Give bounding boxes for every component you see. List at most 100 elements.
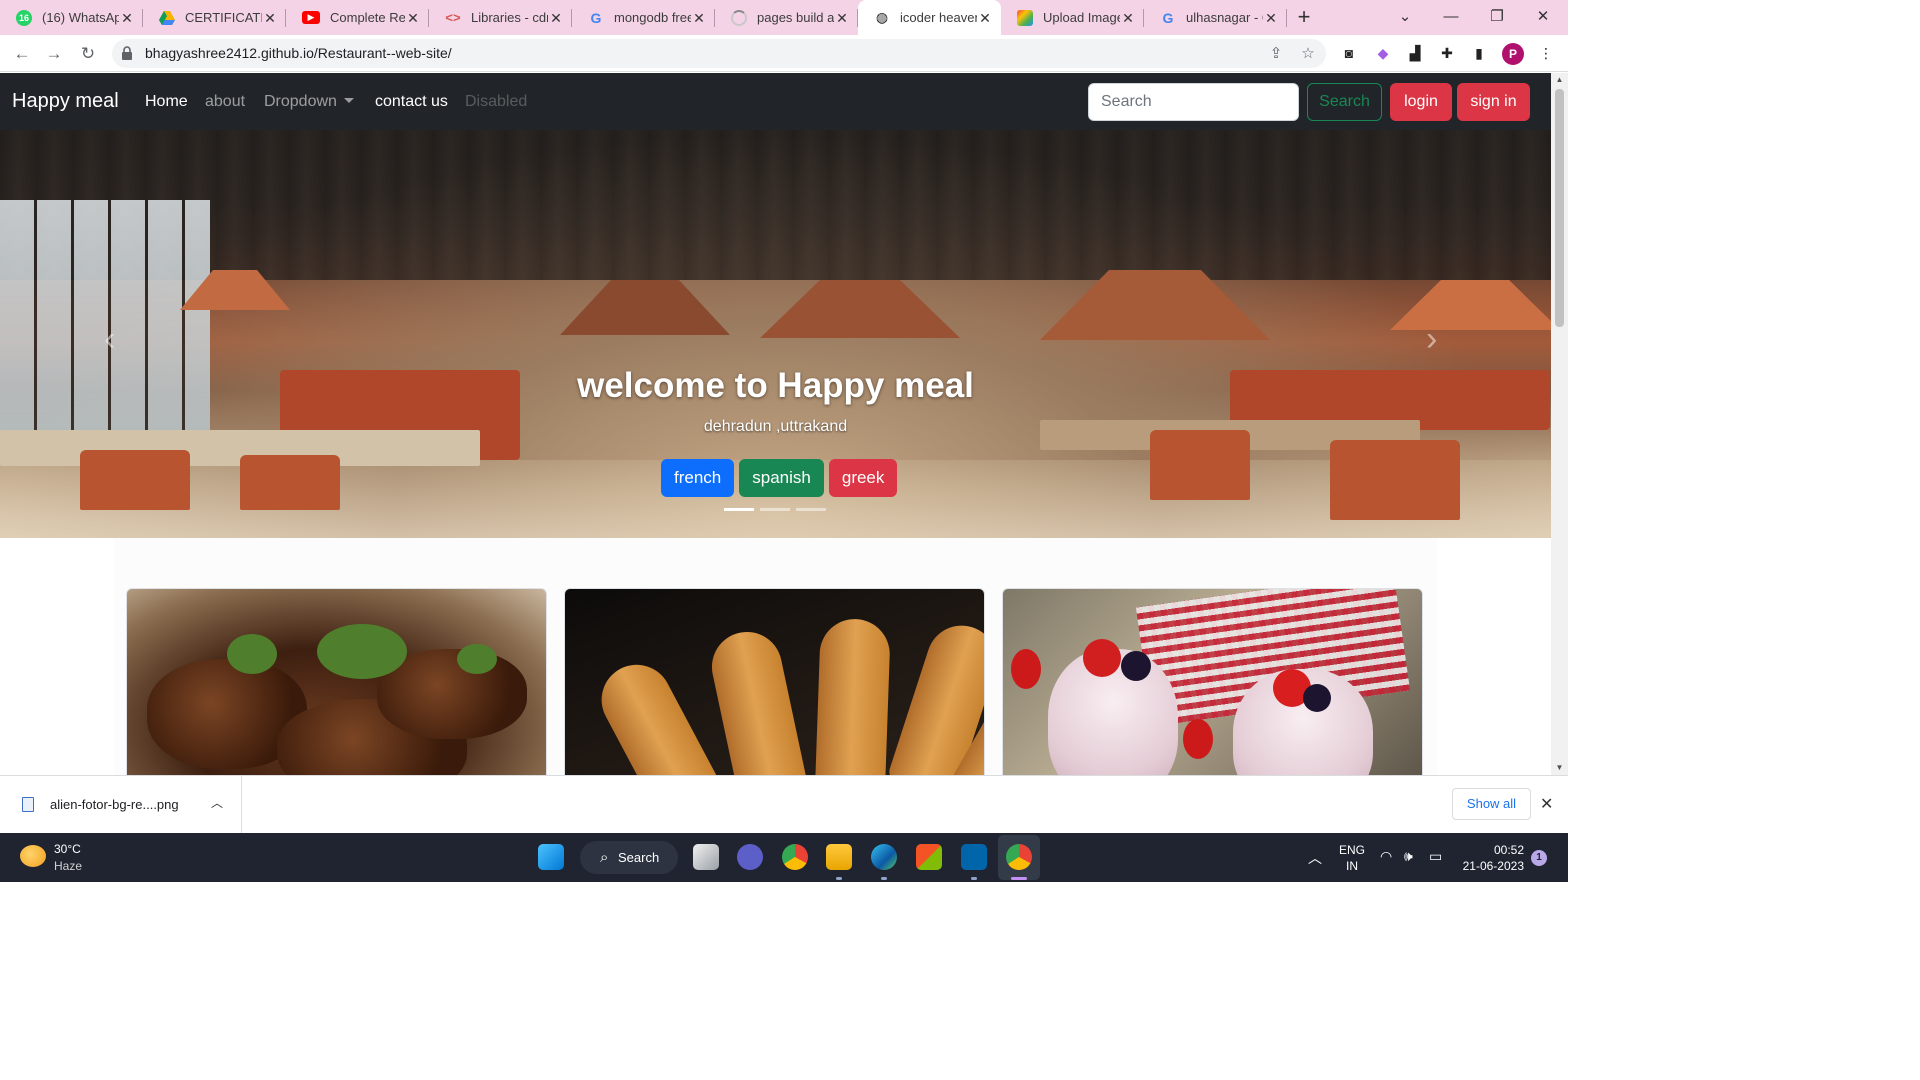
wifi-icon[interactable]: ◠ (1380, 848, 1392, 865)
nav-contact[interactable]: contact us (375, 93, 448, 111)
taskbar-search[interactable]: ⌕ Search (580, 841, 678, 874)
puzzle-icon[interactable]: ✚ (1437, 43, 1457, 63)
extension-icon[interactable]: ◆ (1373, 43, 1393, 63)
tab-cdnjs[interactable]: <> Libraries - cdnjs ✕ (429, 0, 572, 35)
card-bread (564, 588, 985, 775)
windows-start-icon[interactable] (538, 844, 564, 870)
brand-logo[interactable]: Happy meal (12, 90, 119, 113)
code-brackets-icon: <> (445, 10, 461, 25)
nav-about[interactable]: about (205, 93, 245, 111)
greek-button[interactable]: greek (828, 459, 898, 497)
tab-title: CERTIFICATION (185, 10, 262, 25)
tab-ulhasnagar[interactable]: G ulhasnagar - G ✕ (1144, 0, 1287, 35)
tab-pages-build[interactable]: pages build an ✕ (715, 0, 858, 35)
carousel-prev-icon[interactable]: ‹ (104, 320, 115, 359)
extension-icon[interactable]: ◙ (1339, 43, 1359, 63)
site-search-button[interactable]: Search (1307, 83, 1382, 121)
close-tab-icon[interactable]: ✕ (548, 10, 564, 26)
nav-dropdown[interactable]: Dropdown (264, 93, 354, 111)
carousel-indicator-3[interactable] (796, 508, 826, 511)
french-button[interactable]: french (661, 459, 735, 497)
vscode-icon[interactable] (961, 844, 987, 870)
cards-container (114, 538, 1437, 775)
task-view-icon[interactable] (693, 844, 719, 870)
weather-temp[interactable]: 30°C (54, 842, 81, 856)
microsoft-store-icon[interactable] (916, 844, 942, 870)
sign-in-button[interactable]: sign in (1457, 83, 1530, 121)
lock-icon[interactable] (122, 46, 132, 60)
chevron-up-icon[interactable]: ︿ (211, 794, 223, 811)
carousel-next-icon[interactable]: › (1426, 320, 1437, 359)
login-button[interactable]: login (1390, 83, 1452, 121)
teams-chat-icon[interactable] (737, 844, 763, 870)
forward-icon[interactable]: → (41, 41, 67, 67)
volume-icon[interactable]: 🕪 (1404, 848, 1413, 865)
url-text[interactable]: bhagyashree2412.github.io/Restaurant--we… (145, 45, 452, 61)
site-navbar: Happy meal Home about Dropdown contact u… (0, 73, 1551, 130)
tab-title: icoder heaven (900, 10, 977, 25)
carousel-indicator-1[interactable] (724, 508, 754, 511)
new-tab-button[interactable]: + (1287, 0, 1321, 35)
language-indicator[interactable]: ENG IN (1339, 842, 1365, 874)
address-bar[interactable]: bhagyashree2412.github.io/Restaurant--we… (112, 39, 1326, 68)
spanish-button[interactable]: spanish (739, 459, 824, 497)
site-search-input[interactable] (1088, 83, 1299, 121)
nav-disabled: Disabled (465, 93, 528, 110)
weather-haze-icon[interactable] (20, 845, 46, 867)
file-explorer-icon[interactable] (826, 844, 852, 870)
weather-condition[interactable]: Haze (54, 859, 82, 873)
scroll-up-icon[interactable]: ▲ (1551, 73, 1568, 87)
notification-badge[interactable]: 1 (1531, 850, 1547, 866)
close-icon[interactable]: ✕ (1540, 794, 1553, 814)
chrome-icon[interactable] (782, 844, 808, 870)
clock-date: 21-06-2023 (1462, 859, 1524, 873)
profile-avatar[interactable]: P (1502, 43, 1524, 65)
download-filename[interactable]: alien-fotor-bg-re....png (50, 797, 179, 812)
close-tab-icon[interactable]: ✕ (262, 10, 278, 26)
close-tab-icon[interactable]: ✕ (977, 10, 993, 26)
scroll-down-icon[interactable]: ▼ (1551, 761, 1568, 775)
back-icon[interactable]: ← (9, 41, 35, 67)
menu-dots-icon[interactable]: ⋮ (1536, 43, 1556, 63)
reload-icon[interactable]: ↻ (75, 41, 101, 67)
close-tab-icon[interactable]: ✕ (1263, 10, 1279, 26)
bookmark-star-icon[interactable]: ☆ (1298, 44, 1318, 64)
extension-icon[interactable]: ▟ (1405, 43, 1425, 63)
tab-youtube[interactable]: ▶ Complete Res ✕ (286, 0, 429, 35)
restaurant-interior-image (0, 130, 1551, 280)
carousel-indicator-2[interactable] (760, 508, 790, 511)
tab-icoder-heaven[interactable]: ◍ icoder heaven ✕ (858, 0, 1001, 35)
close-window-button[interactable]: ✕ (1520, 0, 1566, 35)
clock-time: 00:52 (1493, 843, 1524, 857)
tab-search-icon[interactable]: ⌄ (1382, 0, 1428, 35)
browser-tab-strip: 16 (16) WhatsApp ✕ CERTIFICATION ✕ ▶ Com… (0, 0, 1568, 35)
page-scrollbar[interactable]: ▲ ▼ (1551, 73, 1568, 775)
chevron-up-icon[interactable]: ︿ (1308, 848, 1322, 868)
tab-title: Upload Image (1043, 10, 1120, 25)
tab-title: pages build an (757, 10, 834, 25)
tab-whatsapp[interactable]: 16 (16) WhatsApp ✕ (0, 0, 143, 35)
close-tab-icon[interactable]: ✕ (691, 10, 707, 26)
show-all-button[interactable]: Show all (1452, 788, 1531, 820)
share-icon[interactable]: ⇪ (1266, 44, 1286, 64)
browser-toolbar: ← → ↻ bhagyashree2412.github.io/Restaura… (0, 35, 1568, 72)
battery-icon[interactable]: ▭ (1429, 848, 1442, 865)
lang-code: ENG (1339, 843, 1366, 857)
tab-mongodb[interactable]: G mongodb free ✕ (572, 0, 715, 35)
taskbar-clock[interactable]: 00:52 21-06-2023 (1462, 842, 1524, 874)
scrollbar-thumb[interactable] (1555, 89, 1564, 327)
tab-certification[interactable]: CERTIFICATION ✕ (143, 0, 286, 35)
chrome-profile-icon[interactable] (1006, 844, 1032, 870)
maximize-button[interactable]: ❐ (1474, 0, 1520, 35)
close-tab-icon[interactable]: ✕ (1120, 10, 1136, 26)
minimize-button[interactable]: — (1428, 0, 1474, 35)
tab-upload-image[interactable]: Upload Image ✕ (1001, 0, 1144, 35)
side-panel-icon[interactable]: ▮ (1469, 43, 1489, 63)
edge-icon[interactable] (871, 844, 897, 870)
close-tab-icon[interactable]: ✕ (834, 10, 850, 26)
card-grilled-meat (126, 588, 547, 775)
close-tab-icon[interactable]: ✕ (119, 10, 135, 26)
close-tab-icon[interactable]: ✕ (405, 10, 421, 26)
nav-home[interactable]: Home (145, 93, 188, 111)
taskbar-search-label: Search (618, 850, 660, 865)
